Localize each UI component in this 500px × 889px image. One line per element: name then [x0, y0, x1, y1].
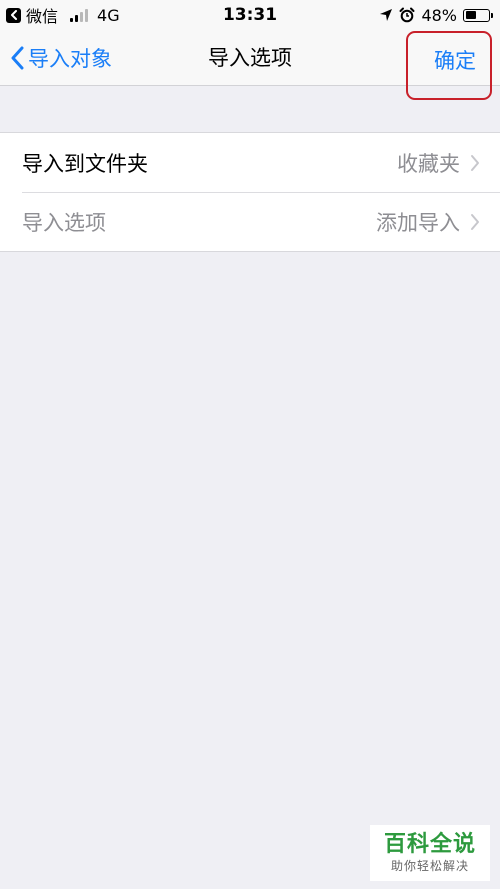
- watermark-subtitle: 助你轻松解决: [390, 859, 469, 873]
- confirm-highlight-box: 确定: [406, 31, 492, 100]
- import-folder-row[interactable]: 导入到文件夹 收藏夹: [0, 133, 500, 192]
- chevron-right-icon: [471, 213, 479, 230]
- import-option-value: 添加导入: [376, 210, 460, 235]
- watermark-title: 百科全说: [383, 832, 476, 857]
- battery-icon: [463, 8, 493, 22]
- status-bar-right: 48%: [379, 4, 493, 26]
- confirm-button[interactable]: 确定: [434, 43, 476, 79]
- navigation-bar: 导入对象 导入选项 确定: [0, 30, 500, 100]
- import-options-list: 导入到文件夹 收藏夹 导入选项 添加导入: [0, 132, 500, 252]
- status-bar: 微信 4G 13:31 48%: [0, 0, 500, 30]
- battery-percent: 48%: [421, 5, 457, 25]
- site-watermark: 百科全说 助你轻松解决: [370, 825, 490, 881]
- location-arrow-icon: [380, 9, 393, 21]
- import-folder-value: 收藏夹: [397, 151, 460, 176]
- battery-level-fill: [465, 11, 477, 19]
- import-folder-label: 导入到文件夹: [22, 151, 148, 176]
- chevron-right-icon: [471, 154, 479, 171]
- import-option-row[interactable]: 导入选项 添加导入: [0, 192, 500, 251]
- import-option-label: 导入选项: [22, 210, 106, 235]
- alarm-clock-icon: [399, 7, 415, 23]
